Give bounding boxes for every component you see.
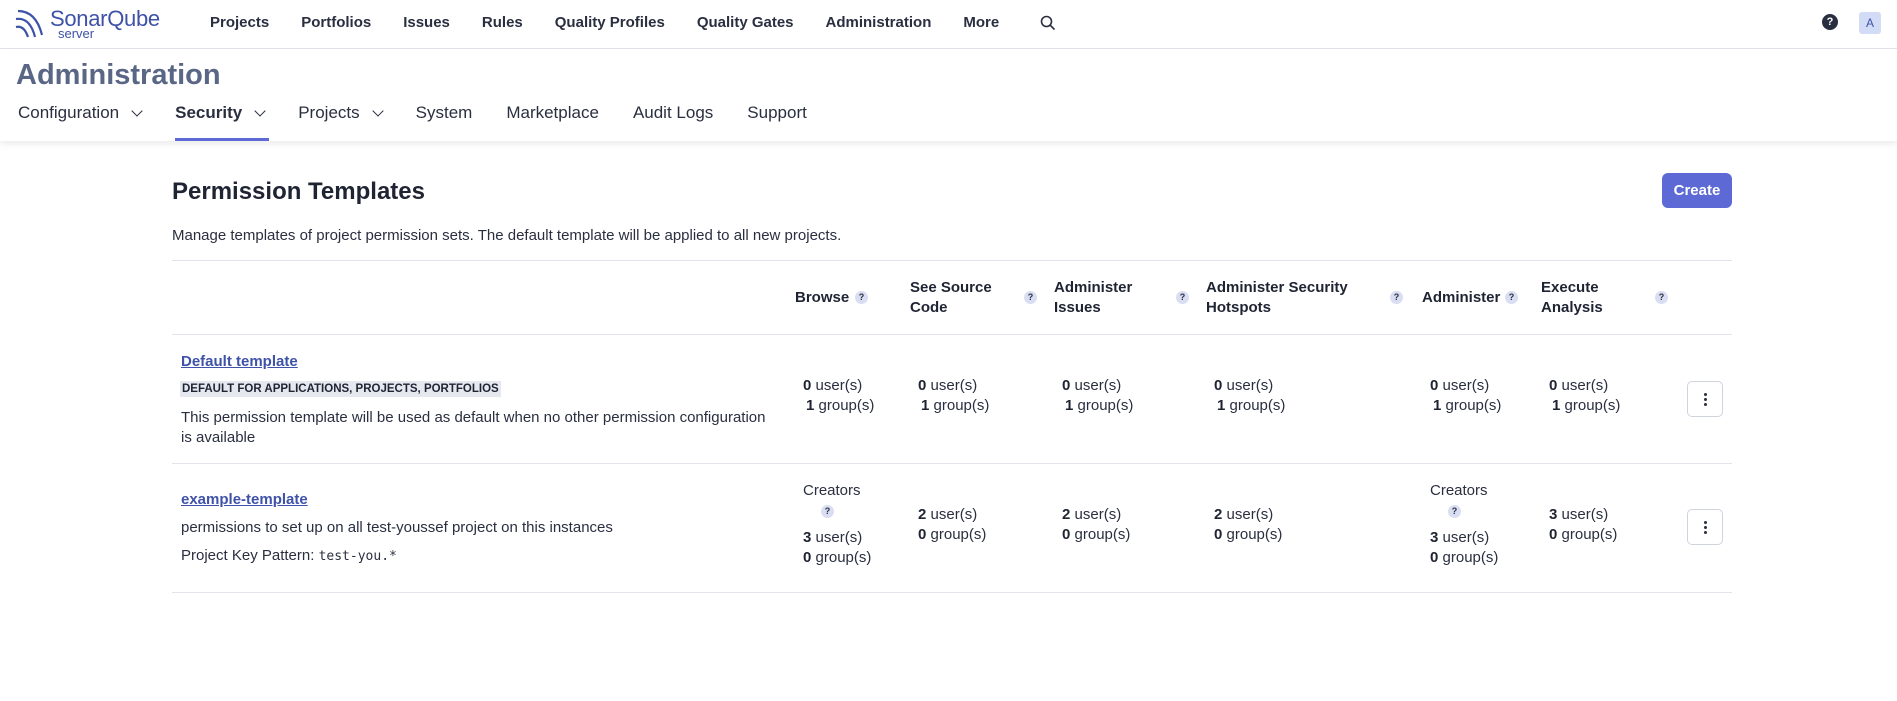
tab-configuration[interactable]: Configuration [18, 102, 143, 141]
nav-issues[interactable]: Issues [403, 14, 450, 31]
help-icon[interactable]: ? [1822, 14, 1838, 30]
permission-cell-administer-issues: 0 user(s) 1 group(s) [1062, 377, 1134, 414]
divider [172, 260, 1732, 261]
help-icon[interactable]: ? [1505, 291, 1518, 304]
brand-edition: server [58, 26, 95, 41]
tab-security[interactable]: Security [175, 102, 270, 141]
divider [172, 463, 1732, 464]
tab-label: Marketplace [506, 103, 599, 122]
column-header-see-source-code: See Source Code [910, 279, 992, 316]
nav-portfolios[interactable]: Portfolios [301, 14, 371, 31]
tab-marketplace[interactable]: Marketplace [506, 102, 599, 141]
permission-cell-administer-security-hotspots: 0 user(s) 1 group(s) [1214, 377, 1286, 414]
tab-support[interactable]: Support [747, 102, 807, 141]
page-title: Permission Templates [172, 178, 425, 205]
permission-cell-see-source-code: 2 user(s) 0 group(s) [918, 506, 987, 543]
default-badge: DEFAULT FOR APPLICATIONS, PROJECTS, PORT… [180, 381, 501, 397]
column-header-administer: Administer [1422, 289, 1501, 306]
permission-cell-administer-security-hotspots: 2 user(s) 0 group(s) [1214, 506, 1283, 543]
search-icon[interactable] [1039, 14, 1057, 32]
create-button[interactable]: Create [1662, 173, 1732, 208]
column-header-browse: Browse [795, 289, 850, 306]
sonarqube-logo[interactable]: SonarQube server [14, 5, 174, 41]
template-name-link[interactable]: Default template [181, 353, 298, 370]
chevron-down-icon [254, 105, 266, 117]
project-key-pattern: Project Key Pattern: test-you.* [181, 547, 397, 564]
nav-administration[interactable]: Administration [826, 14, 932, 31]
avatar[interactable]: A [1859, 12, 1881, 34]
column-header-administer-security-hotspots: Administer Security Hotspots [1206, 279, 1348, 316]
tab-projects[interactable]: Projects [298, 102, 384, 141]
help-icon[interactable]: ? [1448, 505, 1461, 518]
tab-system[interactable]: System [416, 102, 473, 141]
permission-cell-administer: Creators [1430, 482, 1488, 499]
permission-cell-execute-analysis: 3 user(s) 0 group(s) [1549, 506, 1618, 543]
admin-header: Administration Configuration Security Pr… [0, 49, 1897, 141]
top-navigation: SonarQube server Projects Portfolios Iss… [0, 0, 1897, 49]
tab-audit-logs[interactable]: Audit Logs [633, 102, 713, 141]
help-icon[interactable]: ? [1655, 291, 1668, 304]
column-header-administer-issues: Administer Issues [1054, 279, 1133, 316]
help-icon[interactable]: ? [1390, 291, 1403, 304]
permission-cell-see-source-code: 0 user(s) 1 group(s) [918, 377, 990, 414]
permission-cell-browse: 0 user(s) 1 group(s) [803, 377, 875, 414]
tab-label: Audit Logs [632, 103, 714, 122]
page-title-administration: Administration [16, 59, 221, 91]
nav-projects[interactable]: Projects [210, 14, 269, 31]
divider [172, 592, 1732, 593]
help-icon[interactable]: ? [1024, 291, 1037, 304]
tab-label: System [415, 103, 473, 122]
nav-quality-profiles[interactable]: Quality Profiles [555, 14, 665, 31]
help-icon[interactable]: ? [821, 505, 834, 518]
template-description: This permission template will be used as… [181, 409, 766, 446]
chevron-down-icon [371, 105, 384, 117]
permission-cell-administer: 0 user(s) 1 group(s) [1430, 377, 1502, 414]
column-header-execute-analysis: Execute Analysis [1541, 279, 1603, 316]
tab-label: Projects [298, 103, 360, 122]
permission-cell-administer-issues: 2 user(s) 0 group(s) [1062, 506, 1131, 543]
permission-cell-browse: Creators [803, 482, 861, 499]
help-icon[interactable]: ? [855, 291, 868, 304]
tab-label: Configuration [18, 103, 120, 122]
tab-label: Support [747, 103, 807, 122]
page-description: Manage templates of project permission s… [172, 227, 842, 244]
chevron-down-icon [131, 105, 143, 117]
template-actions-button[interactable] [1687, 381, 1723, 417]
nav-more[interactable]: More [963, 14, 999, 31]
nav-rules[interactable]: Rules [482, 14, 523, 31]
template-name-link[interactable]: example-template [181, 491, 308, 508]
template-description: permissions to set up on all test-yousse… [181, 519, 613, 536]
nav-quality-gates[interactable]: Quality Gates [697, 14, 794, 31]
sonar-waves-icon [15, 9, 44, 38]
divider [172, 334, 1732, 335]
permission-cell-execute-analysis: 0 user(s) 1 group(s) [1549, 377, 1621, 414]
template-actions-button[interactable] [1687, 509, 1723, 545]
tab-label: Security [175, 103, 243, 122]
help-icon[interactable]: ? [1176, 291, 1189, 304]
